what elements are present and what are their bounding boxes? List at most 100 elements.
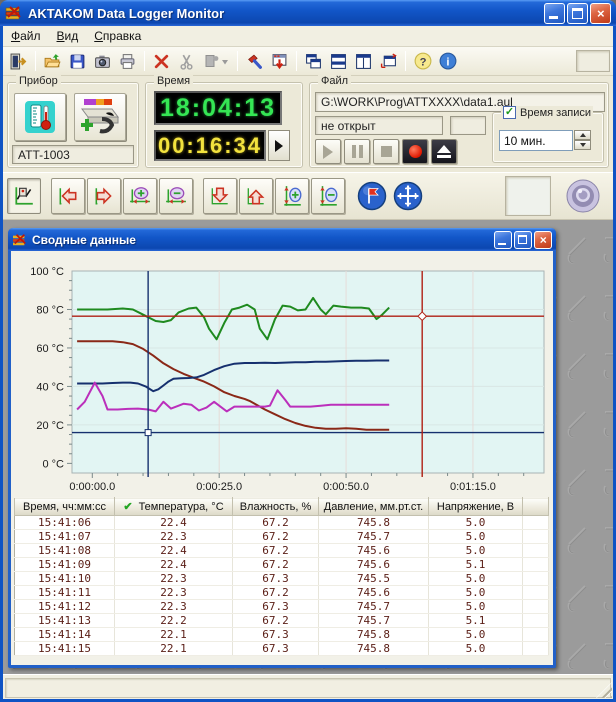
status-field [5,678,611,698]
table-header-cell[interactable]: Напряжение, В [429,498,523,516]
close-button[interactable]: × [590,3,611,24]
play-icon [323,145,333,159]
table-cell: 5.0 [429,544,523,558]
record-time-checkbox[interactable]: ✓ [503,106,516,119]
table-cell: 67.2 [233,516,319,530]
table-row[interactable]: 15:41:1122.367.2745.65.0 [15,586,549,600]
minimize-button[interactable] [544,3,565,24]
marker-flag-button[interactable] [355,178,389,214]
arrange-windows-button[interactable] [376,49,401,73]
crosshair-button[interactable] [391,178,425,214]
connect-device-button[interactable] [74,93,126,141]
tile-vertical-button[interactable] [351,49,376,73]
table-header-row: Время, чч:мм:сс✔Температура, °CВлажность… [15,498,549,516]
file-panel-label: Файл [318,75,351,87]
scroll-right-button[interactable] [87,178,121,214]
minimize-icon [498,243,506,245]
spinner-up-button[interactable] [574,130,591,140]
table-row[interactable]: 15:41:0722.367.2745.75.0 [15,530,549,544]
info-icon: i [439,52,457,70]
menu-help[interactable]: Справка [86,27,149,45]
device-model: ATT-1003 [18,148,70,162]
help-button[interactable]: ? [410,49,435,73]
import-data-button[interactable] [267,49,292,73]
maximize-button[interactable] [567,3,588,24]
zoom-x-in-button[interactable] [123,178,157,214]
y-axis-label: 0 °C [42,458,64,470]
time-panel-label: Время [154,75,193,87]
save-button[interactable] [65,49,90,73]
table-cell: 5.1 [429,558,523,572]
table-cell: 5.1 [429,614,523,628]
table-row[interactable]: 15:41:1522.167.3745.85.0 [15,642,549,656]
y-axis-label: 100 °C [30,266,64,278]
table-row[interactable]: 15:41:1422.167.3745.85.0 [15,628,549,642]
table-header-cell[interactable]: Влажность, % [233,498,319,516]
open-file-button[interactable] [40,49,65,73]
scroll-left-button[interactable] [51,178,85,214]
spinner-down-button[interactable] [574,140,591,150]
transport-controls [315,139,457,164]
table-row[interactable]: 15:41:0922.467.2745.65.1 [15,558,549,572]
summary-window: Сводные данные × 0 °C20 °C40 °C60 °C80 °… [8,228,556,668]
zoom-x-out-button[interactable] [159,178,193,214]
about-button[interactable]: i [435,49,460,73]
x-axis-label: 0:01:15.0 [450,481,496,493]
cascade-windows-icon [305,53,322,70]
table-header-cell[interactable]: Время, чч:мм:сс [15,498,115,516]
device-setup-button[interactable] [242,49,267,73]
current-time-display: 18:04:13 [154,91,282,125]
cascade-windows-button[interactable] [301,49,326,73]
print-button[interactable] [115,49,140,73]
connect-plug-icon [78,97,122,137]
window-title: AKTAKOM Data Logger Monitor [28,6,542,21]
menu-view[interactable]: Вид [49,27,87,45]
table-row[interactable]: 15:41:1022.367.3745.55.0 [15,572,549,586]
summary-minimize-button[interactable] [494,231,512,249]
table-cell: 745.6 [319,558,429,572]
y-axis-label: 60 °C [36,343,64,355]
scroll-down-button[interactable] [203,178,237,214]
table-row[interactable]: 15:41:0822.467.2745.65.0 [15,544,549,558]
table-cell: 745.5 [319,572,429,586]
eject-button[interactable] [431,139,457,164]
chart-setup-button[interactable] [7,178,41,214]
table-row[interactable]: 15:41:1222.367.3745.75.0 [15,600,549,614]
menu-file[interactable]: Файл [3,27,49,45]
interval-field[interactable]: 10 мин. [499,130,573,151]
scroll-up-button[interactable] [239,178,273,214]
summary-close-button[interactable]: × [534,231,552,249]
zoom-y-in-button[interactable] [275,178,309,214]
table-cell: 5.0 [429,628,523,642]
table-row[interactable]: 15:41:1322.267.2745.75.1 [15,614,549,628]
table-cell: 15:41:13 [15,614,115,628]
delete-button[interactable] [149,49,174,73]
table-header-cell[interactable]: Давление, мм.рт.ст. [319,498,429,516]
snapshot-button[interactable] [90,49,115,73]
blue-cursor-marker [145,430,151,436]
table-cell: 22.3 [115,586,233,600]
time-expand-button[interactable] [268,130,290,161]
table-cell: 15:41:06 [15,516,115,530]
table-cell: 5.0 [429,600,523,614]
y-axis-label: 20 °C [36,420,64,432]
indicator-lamp-button[interactable] [565,178,601,214]
history-dropdown-disabled [199,49,233,73]
table-body: 15:41:0622.467.2745.85.015:41:0722.367.2… [15,516,549,656]
zoom-y-out-button[interactable] [311,178,345,214]
device-button[interactable] [14,93,66,141]
summary-chart[interactable]: 0 °C20 °C40 °C60 °C80 °C100 °C0:00:00.00… [11,251,553,495]
table-row[interactable]: 15:41:0622.467.2745.85.0 [15,516,549,530]
exit-button[interactable] [6,49,31,73]
record-button[interactable] [402,139,428,164]
data-table: Время, чч:мм:сс✔Температура, °CВлажность… [14,497,549,656]
summary-maximize-button[interactable] [514,231,532,249]
tile-horizontal-button[interactable] [326,49,351,73]
record-icon [409,145,422,158]
application-window: AKTAKOM Data Logger Monitor × Файл Вид С… [0,0,616,702]
file-status-field: не открыт [315,116,443,135]
table-header-cell[interactable]: ✔Температура, °C [115,498,233,516]
table-cell: 22.1 [115,642,233,656]
close-icon: × [591,4,610,23]
summary-title-bar[interactable]: Сводные данные × [8,228,556,251]
